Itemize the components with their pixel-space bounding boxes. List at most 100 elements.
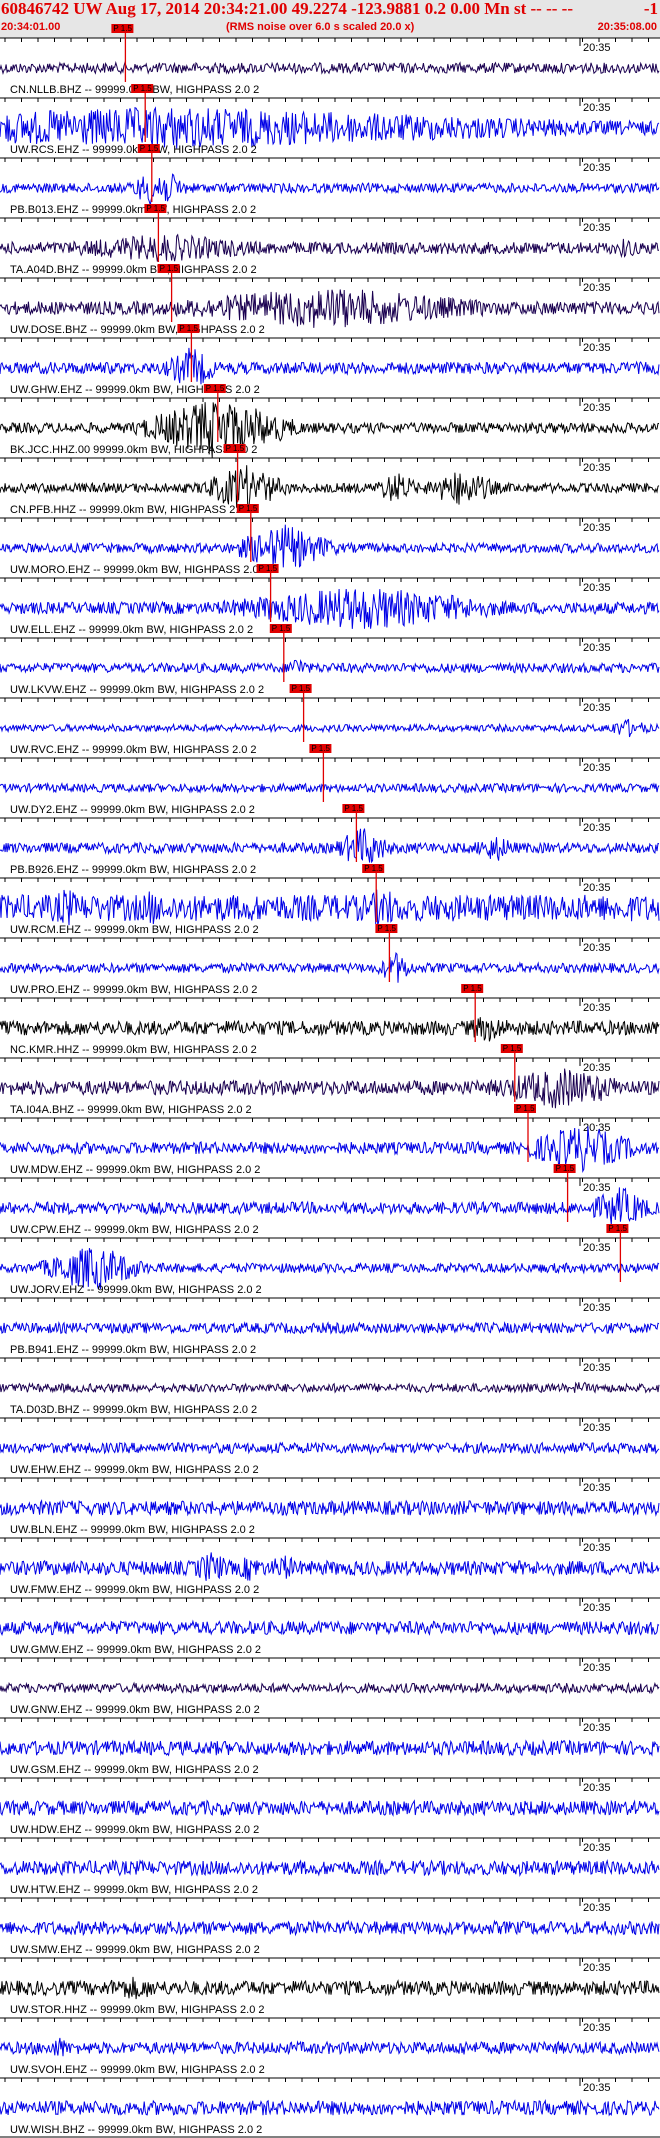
minute-label: 20:35	[583, 1422, 611, 1434]
station-label: UW.GNW.EHZ -- 99999.0km BW, HIGHPASS 2.0…	[10, 1704, 260, 1716]
waveform	[0, 2037, 660, 2057]
waveform	[0, 1619, 660, 1636]
station-label: UW.RVC.EHZ -- 99999.0km BW, HIGHPASS 2.0…	[10, 744, 257, 756]
waveform	[0, 1320, 660, 1335]
minute-label: 20:35	[583, 882, 611, 894]
pick-tag: P 1.5	[608, 1224, 627, 1233]
minute-label: 20:35	[583, 282, 611, 294]
pick-tag: P 1.5	[516, 1104, 535, 1113]
pick-tag: P 1.5	[113, 24, 132, 33]
station-label: TA.A04D.BHZ -- 99999.0km BW, HIGHPASS 2.…	[10, 264, 257, 276]
waveform	[0, 588, 660, 629]
waveform	[0, 889, 660, 927]
station-label: UW.RCS.EHZ -- 99999.0km BW, HIGHPASS 2.0…	[10, 144, 257, 156]
pick-tag: P 1.5	[140, 144, 159, 153]
pick-tag: P 1.5	[146, 204, 165, 213]
pick-tag: P 1.5	[239, 504, 258, 513]
seismogram-panel: 20:35CN.NLLB.BHZ -- 99999.0km BW, HIGHPA…	[0, 24, 660, 2138]
waveform	[0, 781, 660, 795]
minute-label: 20:35	[583, 2022, 611, 2034]
minute-label: 20:35	[583, 1842, 611, 1854]
minute-label: 20:35	[583, 1602, 611, 1614]
waveform	[0, 951, 660, 983]
minute-label: 20:35	[583, 1722, 611, 1734]
minute-label: 20:35	[583, 822, 611, 834]
waveform	[0, 2098, 660, 2117]
station-label: UW.DOSE.BHZ -- 99999.0km BW, HIGHPASS 2.…	[10, 324, 265, 336]
minute-label: 20:35	[583, 582, 611, 594]
pick-tag: P 1.5	[503, 1044, 522, 1053]
station-label: UW.WISH.BHZ -- 99999.0km BW, HIGHPASS 2.…	[10, 2124, 262, 2136]
minute-label: 20:35	[583, 462, 611, 474]
waveform	[0, 465, 660, 511]
station-label: UW.STOR.HHZ -- 99999.0km BW, HIGHPASS 2.…	[10, 2004, 265, 2016]
waveform	[0, 1919, 660, 1937]
station-label: UW.SMW.EHZ -- 99999.0km BW, HIGHPASS 2.0…	[10, 1944, 260, 1956]
minute-label: 20:35	[583, 1242, 611, 1254]
pick-tag: P 1.5	[344, 804, 363, 813]
minute-label: 20:35	[583, 1362, 611, 1374]
waveform	[0, 1976, 660, 2000]
minute-label: 20:35	[583, 1122, 611, 1134]
minute-label: 20:35	[583, 942, 611, 954]
minute-label: 20:35	[583, 402, 611, 414]
minute-label: 20:35	[583, 1542, 611, 1554]
station-label: NC.KMR.HHZ -- 99999.0km BW, HIGHPASS 2.0…	[10, 1044, 257, 1056]
waveform	[0, 1017, 660, 1042]
minute-label: 20:35	[583, 522, 611, 534]
pick-tag: P 1.5	[272, 624, 291, 633]
pick-tag: P 1.5	[377, 924, 396, 933]
minute-label: 20:35	[583, 102, 611, 114]
minute-label: 20:35	[583, 1902, 611, 1914]
station-label: UW.MORO.EHZ -- 99999.0km BW, HIGHPASS 2.…	[10, 564, 268, 576]
pick-tag: P 1.5	[206, 384, 225, 393]
minute-label: 20:35	[583, 702, 611, 714]
waveform	[0, 60, 660, 76]
station-label: UW.HTW.EHZ -- 99999.0km BW, HIGHPASS 2.0…	[10, 1884, 258, 1896]
station-label: UW.GMW.EHZ -- 99999.0km BW, HIGHPASS 2.0…	[10, 1644, 261, 1656]
minute-label: 20:35	[583, 1002, 611, 1014]
waveform	[0, 289, 660, 328]
waveform	[0, 1799, 660, 1817]
waveform	[0, 1552, 660, 1581]
waveform	[0, 1068, 660, 1109]
station-label: UW.DY2.EHZ -- 99999.0km BW, HIGHPASS 2.0…	[10, 804, 255, 816]
minute-label: 20:35	[583, 162, 611, 174]
pick-tag: P 1.5	[259, 564, 278, 573]
waveform	[0, 524, 660, 568]
pick-tag: P 1.5	[160, 264, 179, 273]
pick-tag: P 1.5	[226, 444, 245, 453]
waveform	[0, 658, 660, 675]
minute-label: 20:35	[583, 2082, 611, 2094]
station-label: UW.SVOH.EHZ -- 99999.0km BW, HIGHPASS 2.…	[10, 2064, 265, 2076]
pick-tag: P 1.5	[364, 864, 383, 873]
pick-tag: P 1.5	[556, 1164, 575, 1173]
pick-tag: P 1.5	[179, 324, 198, 333]
waveform	[0, 828, 660, 864]
station-label: PB.B926.EHZ -- 99999.0km BW, HIGHPASS 2.…	[10, 864, 256, 876]
waveform	[0, 1739, 660, 1757]
station-label: BK.JCC.HHZ.00 99999.0km BW, HIGHPASS 2.0…	[10, 444, 257, 456]
station-label: UW.HDW.EHZ -- 99999.0km BW, HIGHPASS 2.0…	[10, 1824, 259, 1836]
waveform	[0, 173, 660, 206]
station-label: PB.B013.EHZ -- 99999.0km BW, HIGHPASS 2.…	[10, 204, 256, 216]
station-label: UW.EHW.EHZ -- 99999.0km BW, HIGHPASS 2.0…	[10, 1464, 259, 1476]
station-label: UW.ELL.EHZ -- 99999.0km BW, HIGHPASS 2.0…	[10, 624, 253, 636]
minute-label: 20:35	[583, 1662, 611, 1674]
pick-tag: P 1.5	[133, 84, 152, 93]
waveform	[0, 1441, 660, 1456]
station-label: UW.FMW.EHZ -- 99999.0km BW, HIGHPASS 2.0…	[10, 1584, 259, 1596]
station-label: UW.BLN.EHZ -- 99999.0km BW, HIGHPASS 2.0…	[10, 1524, 255, 1536]
minute-label: 20:35	[583, 222, 611, 234]
pick-tag: P 1.5	[463, 984, 482, 993]
station-label: UW.RCM.EHZ -- 99999.0km BW, HIGHPASS 2.0…	[10, 924, 259, 936]
minute-label: 20:35	[583, 1062, 611, 1074]
station-label: UW.LKVW.EHZ -- 99999.0km BW, HIGHPASS 2.…	[10, 684, 264, 696]
minute-label: 20:35	[583, 762, 611, 774]
waveform	[0, 1381, 660, 1394]
pick-tag: P 1.5	[311, 744, 330, 753]
waveform	[0, 347, 660, 385]
minute-label: 20:35	[583, 1962, 611, 1974]
waveform	[0, 1187, 660, 1226]
minute-label: 20:35	[583, 42, 611, 54]
